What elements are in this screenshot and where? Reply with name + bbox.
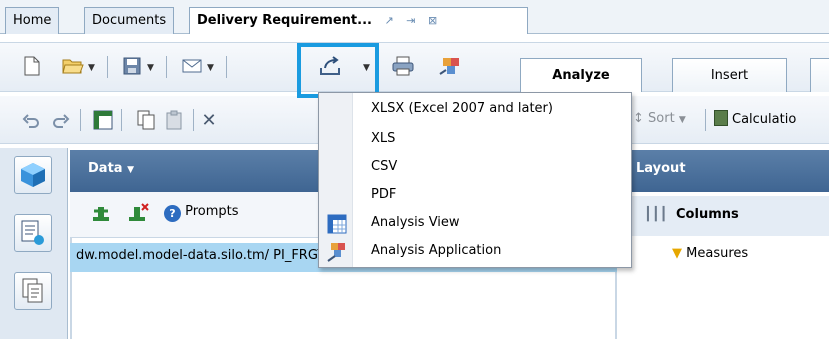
tab-home-label: Home [13, 13, 52, 28]
toolbar-separator [121, 109, 122, 131]
menu-item-xls-label: XLS [371, 131, 396, 146]
export-button-highlight [297, 43, 379, 98]
analysis-view-icon [327, 214, 347, 234]
tab-documents[interactable]: Documents [84, 7, 175, 34]
document-icon [22, 278, 43, 303]
menu-item-analysis-view-label: Analysis View [371, 215, 460, 230]
cube-icon [21, 163, 45, 187]
measures-label: Measures [686, 246, 749, 261]
calculation-button[interactable]: Calculatio [714, 110, 829, 127]
remove-data-source-icon[interactable] [128, 202, 150, 228]
outline-icon [21, 220, 44, 245]
menu-item-pdf-label: PDF [371, 187, 397, 202]
layout-panel-header: Layout [624, 150, 829, 192]
open-dropdown-icon[interactable]: ▼ [88, 63, 95, 73]
ribbon-tab-analyze-label: Analyze [552, 68, 610, 83]
tab-home[interactable]: Home [5, 7, 60, 34]
columns-icon: ┃┃┃ [644, 207, 668, 222]
ribbon-tab-insert-label: Insert [710, 68, 749, 83]
copy-icon[interactable] [135, 109, 157, 131]
crosstab-icon[interactable] [92, 109, 114, 131]
layout-panel-title: Layout [636, 161, 686, 176]
toolbar-separator [80, 109, 81, 131]
open-folder-icon[interactable] [62, 55, 84, 77]
paste-icon[interactable] [164, 109, 186, 131]
analysis-application-icon[interactable] [439, 55, 461, 77]
analysis-application-menu-icon [327, 242, 347, 262]
documents-button[interactable] [14, 272, 52, 310]
data-panel-title: Data [88, 161, 123, 176]
new-document-icon[interactable] [21, 55, 43, 77]
left-sidebar [0, 148, 68, 339]
ribbon-tab-analyze[interactable]: Analyze [520, 58, 642, 92]
redo-icon[interactable] [50, 110, 72, 132]
columns-section-header[interactable]: ┃┃┃ Columns [630, 196, 829, 236]
menu-item-analysis-application[interactable]: Analysis Application [319, 239, 631, 265]
menu-item-analysis-view[interactable]: Analysis View [319, 211, 631, 237]
export-dropdown-menu: XLSX (Excel 2007 and later) XLS CSV PDF … [318, 92, 632, 268]
save-dropdown-icon[interactable]: ▼ [147, 63, 154, 73]
menu-item-pdf[interactable]: PDF [319, 183, 631, 209]
data-cube-button[interactable] [14, 156, 52, 194]
toolbar-separator [705, 109, 706, 131]
toolbar-separator [226, 56, 227, 78]
sort-dropdown-icon: ▼ [678, 115, 686, 125]
menu-item-csv[interactable]: CSV [319, 155, 631, 181]
data-menu-dropdown-icon: ▼ [127, 165, 135, 175]
calculation-label: Calculatio [732, 112, 797, 127]
help-circle-icon: ? [164, 205, 181, 222]
menu-item-csv-label: CSV [371, 159, 398, 174]
tab-delivery-requirement-label: Delivery Requirement... [197, 13, 372, 28]
email-icon[interactable] [181, 55, 203, 77]
toolbar-separator [107, 56, 108, 78]
columns-label: Columns [676, 207, 739, 222]
toolbar-separator [166, 56, 167, 78]
sort-button[interactable]: ↕ Sort ▼ [633, 111, 703, 126]
pin-icon[interactable]: ⇥ [406, 14, 415, 27]
document-tab-strip: Home Documents Delivery Requirement... ↗… [0, 0, 829, 34]
tab-delivery-requirement[interactable]: Delivery Requirement... ↗ ⇥ ⊠ [189, 7, 528, 34]
menu-item-xlsx-label: XLSX (Excel 2007 and later) [371, 101, 553, 116]
save-icon[interactable] [121, 55, 143, 77]
undo-icon[interactable] [20, 110, 42, 132]
calculator-icon [714, 110, 728, 126]
menu-item-analysis-application-label: Analysis Application [371, 243, 502, 258]
toolbar-separator [193, 109, 194, 131]
ribbon-tab-next[interactable] [810, 58, 829, 92]
maximize-icon[interactable]: ↗ [384, 14, 393, 27]
menu-item-xlsx[interactable]: XLSX (Excel 2007 and later) [319, 97, 631, 123]
email-dropdown-icon[interactable]: ▼ [207, 63, 214, 73]
add-data-source-icon[interactable] [92, 205, 110, 227]
close-icon[interactable]: ⊠ [428, 14, 437, 27]
sort-icon: ↕ [633, 111, 644, 126]
delete-icon[interactable]: ✕ [198, 109, 220, 131]
prompts-button[interactable]: ? Prompts [164, 204, 239, 222]
outline-button[interactable] [14, 214, 52, 252]
prompts-label: Prompts [185, 204, 239, 219]
tab-documents-label: Documents [92, 13, 167, 28]
menu-item-xls[interactable]: XLS [319, 127, 631, 153]
print-icon[interactable] [392, 55, 414, 77]
ribbon-tab-insert[interactable]: Insert [672, 58, 787, 92]
filter-funnel-icon: ▼ [672, 246, 682, 261]
sort-label: Sort [648, 111, 675, 126]
measures-item[interactable]: ▼ Measures [672, 246, 748, 261]
